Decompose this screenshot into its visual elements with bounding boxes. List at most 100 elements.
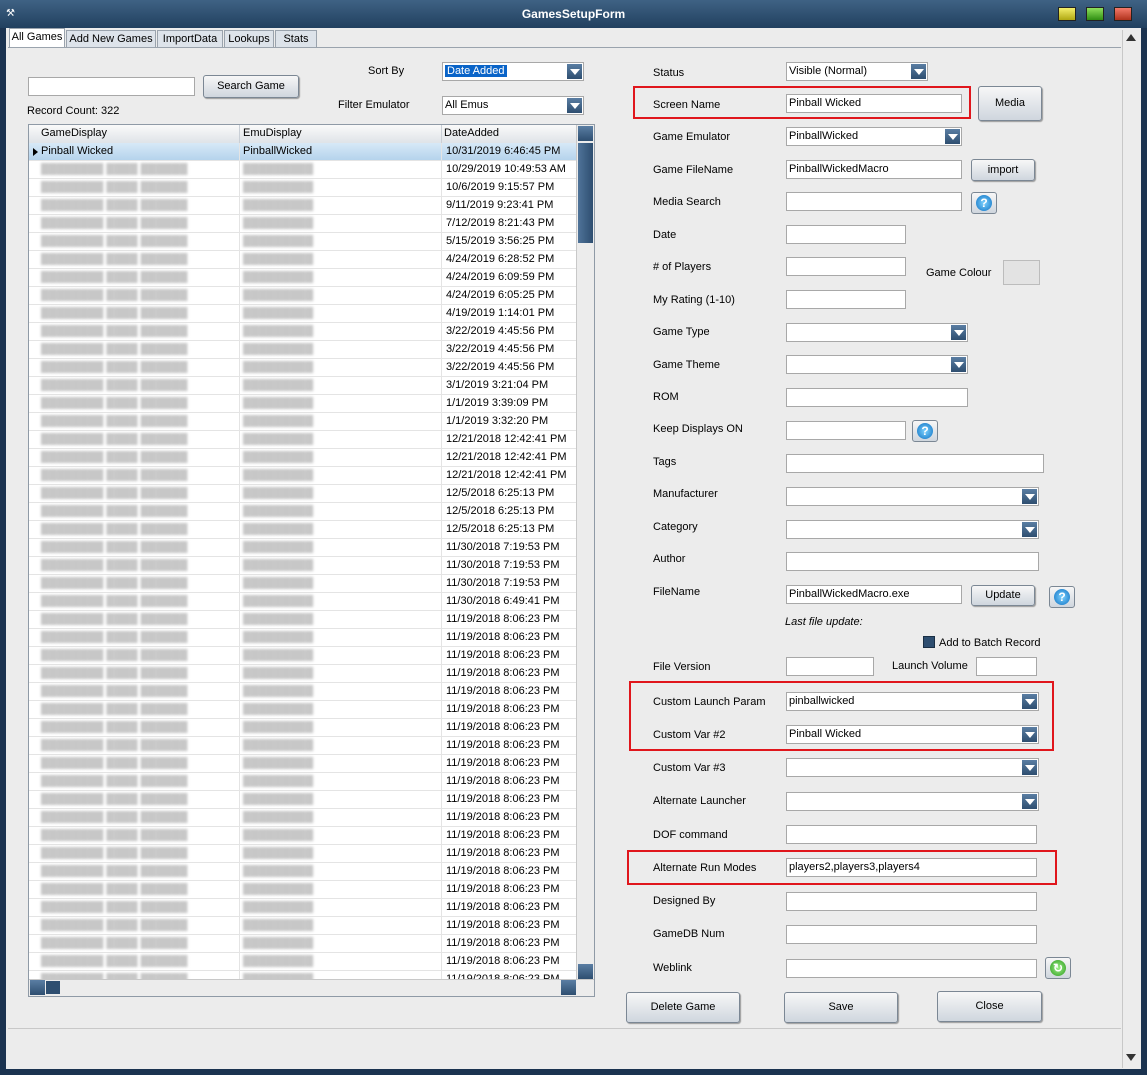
- sort-by-dropdown[interactable]: Date Added: [442, 62, 584, 81]
- status-dropdown[interactable]: Visible (Normal): [786, 62, 928, 81]
- table-row[interactable]: ████████ ████ ██████ █████████ 11/19/2018 …: [29, 863, 577, 881]
- scroll-down-icon[interactable]: [578, 964, 593, 979]
- table-row[interactable]: Pinball Wicked PinballWicked 10/31/2019 6:…: [29, 143, 577, 161]
- table-row[interactable]: ████████ ████ ██████ █████████ 3/22/2019 4…: [29, 359, 577, 377]
- grid-vertical-scrollbar[interactable]: [576, 125, 594, 982]
- maximize-button[interactable]: [1086, 7, 1104, 21]
- designed-by-input[interactable]: [786, 892, 1037, 911]
- table-row[interactable]: ████████ ████ ██████ █████████ 11/19/2018 …: [29, 773, 577, 791]
- table-row[interactable]: ████████ ████ ██████ █████████ 4/24/2019 6…: [29, 269, 577, 287]
- chevron-down-icon[interactable]: [567, 64, 582, 79]
- table-row[interactable]: ████████ ████ ██████ █████████ 11/19/2018 …: [29, 845, 577, 863]
- filename-input[interactable]: PinballWickedMacro.exe: [786, 585, 962, 604]
- close-button[interactable]: Close: [937, 991, 1042, 1022]
- table-row[interactable]: ████████ ████ ██████ █████████ 11/19/2018 …: [29, 953, 577, 971]
- table-row[interactable]: ████████ ████ ██████ █████████ 12/21/2018 …: [29, 467, 577, 485]
- update-button[interactable]: Update: [971, 585, 1035, 606]
- keep-displays-input[interactable]: [786, 421, 906, 440]
- author-input[interactable]: [786, 552, 1039, 571]
- chevron-down-icon[interactable]: [951, 357, 966, 372]
- chevron-down-icon[interactable]: [951, 325, 966, 340]
- table-row[interactable]: ████████ ████ ██████ █████████ 11/19/2018 …: [29, 917, 577, 935]
- grid-horizontal-scrollbar[interactable]: [29, 979, 594, 996]
- media-search-help-button[interactable]: ?: [971, 192, 997, 214]
- table-row[interactable]: ████████ ████ ██████ █████████ 4/24/2019 6…: [29, 251, 577, 269]
- date-input[interactable]: [786, 225, 906, 244]
- file-version-input[interactable]: [786, 657, 874, 676]
- category-dropdown[interactable]: [786, 520, 1039, 539]
- tab-import-data[interactable]: ImportData: [157, 30, 223, 47]
- keep-displays-help-button[interactable]: ?: [912, 420, 938, 442]
- gamedb-num-input[interactable]: [786, 925, 1037, 944]
- table-row[interactable]: ████████ ████ ██████ █████████ 11/19/2018 …: [29, 629, 577, 647]
- table-row[interactable]: ████████ ████ ██████ █████████ 11/19/2018 …: [29, 827, 577, 845]
- chevron-down-icon[interactable]: [1022, 522, 1037, 537]
- table-row[interactable]: ████████ ████ ██████ █████████ 1/1/2019 3:…: [29, 413, 577, 431]
- table-row[interactable]: ████████ ████ ██████ █████████ 12/21/2018 …: [29, 431, 577, 449]
- scroll-up-icon[interactable]: [578, 126, 593, 141]
- table-row[interactable]: ████████ ████ ██████ █████████ 11/30/2018 …: [29, 575, 577, 593]
- screen-name-input[interactable]: Pinball Wicked: [786, 94, 962, 113]
- add-batch-checkbox[interactable]: [923, 636, 935, 648]
- tab-add-new-games[interactable]: Add New Games: [66, 30, 156, 47]
- chevron-down-icon[interactable]: [567, 98, 582, 113]
- save-button[interactable]: Save: [784, 992, 898, 1023]
- custom-launch-param-dropdown[interactable]: pinballwicked: [786, 692, 1039, 711]
- table-row[interactable]: ████████ ████ ██████ █████████ 11/19/2018 …: [29, 647, 577, 665]
- table-row[interactable]: ████████ ████ ██████ █████████ 10/29/2019 …: [29, 161, 577, 179]
- table-row[interactable]: ████████ ████ ██████ █████████ 5/15/2019 3…: [29, 233, 577, 251]
- table-row[interactable]: ████████ ████ ██████ █████████ 11/19/2018 …: [29, 737, 577, 755]
- tab-all-games[interactable]: All Games: [9, 28, 65, 48]
- game-emulator-dropdown[interactable]: PinballWicked: [786, 127, 962, 146]
- chevron-down-icon[interactable]: [945, 129, 960, 144]
- chevron-down-icon[interactable]: [1022, 694, 1037, 709]
- games-grid[interactable]: GameDisplay EmuDisplay DateAdded Pinball…: [28, 124, 595, 997]
- chevron-down-icon[interactable]: [1022, 794, 1037, 809]
- game-type-dropdown[interactable]: [786, 323, 968, 342]
- my-rating-input[interactable]: [786, 290, 906, 309]
- media-search-input[interactable]: [786, 192, 962, 211]
- rom-input[interactable]: [786, 388, 968, 407]
- chevron-down-icon[interactable]: [911, 64, 926, 79]
- game-colour-swatch[interactable]: [1003, 260, 1040, 285]
- table-row[interactable]: ████████ ████ ██████ █████████ 11/19/2018 …: [29, 809, 577, 827]
- close-window-button[interactable]: [1114, 7, 1132, 21]
- alternate-launcher-dropdown[interactable]: [786, 792, 1039, 811]
- table-row[interactable]: ████████ ████ ██████ █████████ 1/1/2019 3:…: [29, 395, 577, 413]
- manufacturer-dropdown[interactable]: [786, 487, 1039, 506]
- form-scrollbar[interactable]: [1122, 30, 1140, 1068]
- table-row[interactable]: ████████ ████ ██████ █████████ 11/19/2018 …: [29, 719, 577, 737]
- filename-help-button[interactable]: ?: [1049, 586, 1075, 608]
- import-button[interactable]: import: [971, 159, 1035, 181]
- grid-hscroll-thumb[interactable]: [46, 981, 60, 994]
- table-row[interactable]: ████████ ████ ██████ █████████ 12/21/2018 …: [29, 449, 577, 467]
- table-row[interactable]: ████████ ████ ██████ █████████ 9/11/2019 9…: [29, 197, 577, 215]
- table-row[interactable]: ████████ ████ ██████ █████████ 11/19/2018 …: [29, 755, 577, 773]
- custom-var2-dropdown[interactable]: Pinball Wicked: [786, 725, 1039, 744]
- table-row[interactable]: ████████ ████ ██████ █████████ 12/5/2018 6…: [29, 521, 577, 539]
- refresh-button[interactable]: ↻: [1045, 957, 1071, 979]
- alternate-run-modes-input[interactable]: players2,players3,players4: [786, 858, 1037, 877]
- scroll-up-icon[interactable]: [1126, 34, 1136, 41]
- table-row[interactable]: ████████ ████ ██████ █████████ 11/19/2018 …: [29, 899, 577, 917]
- table-row[interactable]: ████████ ████ ██████ █████████ 3/1/2019 3:…: [29, 377, 577, 395]
- scroll-right-icon[interactable]: [561, 980, 576, 995]
- table-row[interactable]: ████████ ████ ██████ █████████ 11/30/2018 …: [29, 557, 577, 575]
- column-header-dateadded[interactable]: DateAdded: [444, 127, 499, 139]
- column-header-gamedisplay[interactable]: GameDisplay: [41, 127, 107, 139]
- search-input[interactable]: [28, 77, 195, 96]
- scroll-down-icon[interactable]: [1126, 1054, 1136, 1061]
- dof-command-input[interactable]: [786, 825, 1037, 844]
- filter-emulator-dropdown[interactable]: All Emus: [442, 96, 584, 115]
- tags-input[interactable]: [786, 454, 1044, 473]
- table-row[interactable]: ████████ ████ ██████ █████████ 10/6/2019 9…: [29, 179, 577, 197]
- launch-volume-input[interactable]: [976, 657, 1037, 676]
- game-filename-input[interactable]: PinballWickedMacro: [786, 160, 962, 179]
- table-row[interactable]: ████████ ████ ██████ █████████ 11/30/2018 …: [29, 539, 577, 557]
- table-row[interactable]: ████████ ████ ██████ █████████ 11/19/2018 …: [29, 701, 577, 719]
- table-row[interactable]: ████████ ████ ██████ █████████ 11/19/2018 …: [29, 935, 577, 953]
- chevron-down-icon[interactable]: [1022, 727, 1037, 742]
- chevron-down-icon[interactable]: [1022, 489, 1037, 504]
- media-button[interactable]: Media: [978, 86, 1042, 121]
- table-row[interactable]: ████████ ████ ██████ █████████ 11/19/2018 …: [29, 791, 577, 809]
